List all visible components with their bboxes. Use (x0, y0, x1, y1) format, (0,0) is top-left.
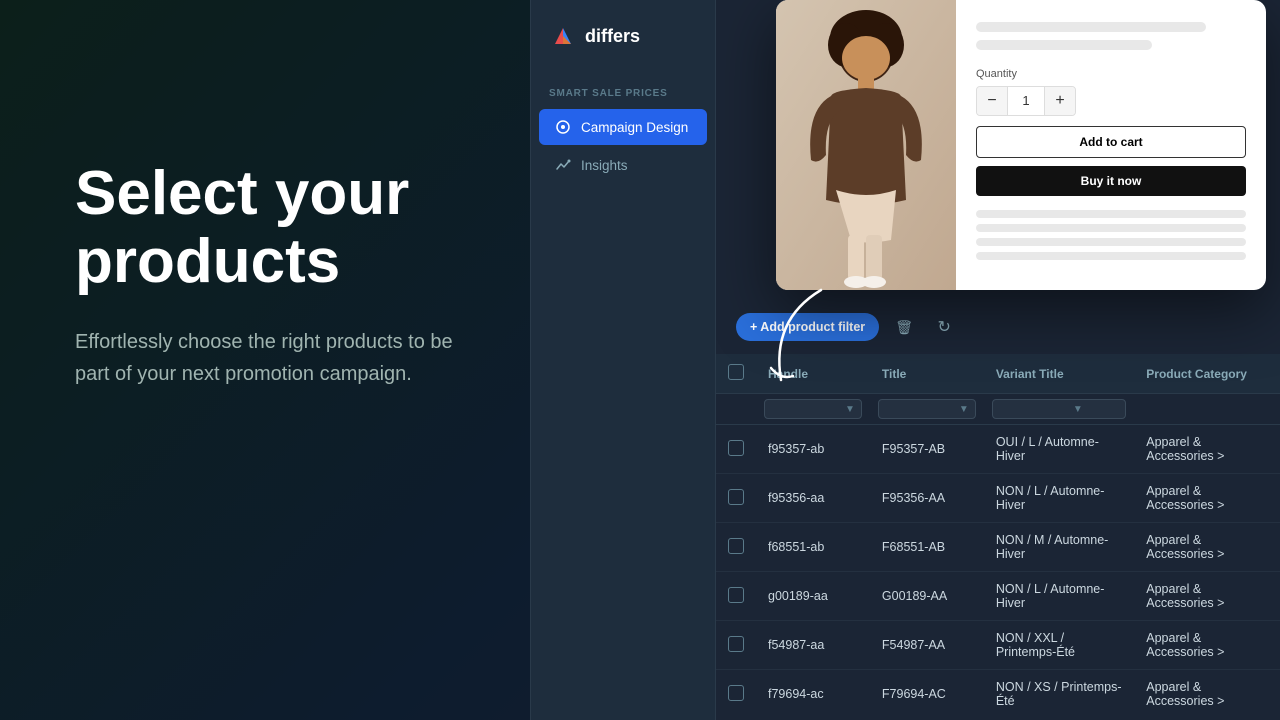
woman-figure (776, 0, 956, 290)
cell-variant: NON / XXL / Printemps-Été (984, 621, 1134, 670)
product-card-details: Quantity − 1 + Add to cart Buy it now (956, 0, 1266, 290)
product-name-line (976, 22, 1206, 32)
cell-title: F54987-AA (870, 621, 984, 670)
sidebar-item-campaign-design[interactable]: Campaign Design (539, 109, 707, 145)
product-card-popup: Quantity − 1 + Add to cart Buy it now (776, 0, 1266, 290)
cell-title: F68551-AB (870, 523, 984, 572)
cell-handle: f95357-ab (756, 425, 870, 474)
filter-handle-icon: ▼ (845, 404, 855, 415)
cell-variant: NON / XS / Printemps-Été (984, 670, 1134, 715)
product-description (976, 210, 1246, 260)
row-checkbox[interactable] (728, 587, 744, 603)
cell-category: Apparel & Accessories > (1134, 670, 1280, 715)
cell-category: Apparel & Accessories > (1134, 572, 1280, 621)
trash-icon: 🗑 (895, 319, 913, 336)
sidebar: differs SMART SALE PRICES Campaign Desig… (531, 0, 716, 720)
cell-handle: f95356-aa (756, 474, 870, 523)
filter-title-icon: ▼ (959, 404, 969, 415)
row-checkbox[interactable] (728, 685, 744, 701)
products-table: Handle Title Variant Title Product Categ… (716, 354, 1280, 714)
hero-title: Select your products (75, 160, 545, 296)
cell-title: F95357-AB (870, 425, 984, 474)
table-scroll[interactable]: Handle Title Variant Title Product Categ… (716, 354, 1280, 714)
cell-variant: NON / L / Automne-Hiver (984, 474, 1134, 523)
row-checkbox[interactable] (728, 538, 744, 554)
delete-button[interactable]: 🗑 (889, 312, 919, 342)
filter-variant-input[interactable] (999, 403, 1069, 415)
quantity-decrease-button[interactable]: − (977, 86, 1007, 116)
sidebar-section-label: SMART SALE PRICES (531, 72, 715, 107)
app-window: differs SMART SALE PRICES Campaign Desig… (530, 0, 1280, 720)
quantity-value: 1 (1007, 86, 1045, 116)
cell-handle: f79694-ac (756, 670, 870, 715)
col-title[interactable]: Title (870, 354, 984, 394)
cell-title: F95356-AA (870, 474, 984, 523)
refresh-icon: ↻ (937, 317, 950, 337)
logo-text: differs (585, 26, 640, 47)
cell-variant: NON / M / Automne-Hiver (984, 523, 1134, 572)
logo-icon (549, 22, 577, 50)
quantity-label: Quantity (976, 68, 1246, 80)
curved-arrow (761, 280, 841, 405)
col-variant-title[interactable]: Variant Title (984, 354, 1134, 394)
add-to-cart-button[interactable]: Add to cart (976, 126, 1246, 158)
row-checkbox[interactable] (728, 489, 744, 505)
table-row[interactable]: f79694-ac F79694-AC NON / XS / Printemps… (716, 670, 1280, 715)
refresh-button[interactable]: ↻ (929, 312, 959, 342)
quantity-section: Quantity − 1 + (976, 68, 1246, 116)
insights-icon (555, 157, 571, 173)
cell-category: Apparel & Accessories > (1134, 474, 1280, 523)
sidebar-item-insights[interactable]: Insights (539, 147, 707, 183)
col-product-category[interactable]: Product Category (1134, 354, 1280, 394)
table-row[interactable]: f68551-ab F68551-AB NON / M / Automne-Hi… (716, 523, 1280, 572)
cell-variant: NON / L / Automne-Hiver (984, 572, 1134, 621)
filter-variant-icon: ▼ (1073, 404, 1083, 415)
filter-title[interactable]: ▼ (878, 399, 976, 419)
quantity-increase-button[interactable]: + (1045, 86, 1075, 116)
sidebar-label-insights: Insights (581, 158, 628, 173)
quantity-control[interactable]: − 1 + (976, 86, 1076, 116)
hero-section: Select your products Effortlessly choose… (75, 160, 545, 390)
filter-variant[interactable]: ▼ (992, 399, 1126, 419)
campaign-design-icon (555, 119, 571, 135)
select-all-checkbox[interactable] (728, 364, 744, 380)
cell-handle: f68551-ab (756, 523, 870, 572)
buy-now-button[interactable]: Buy it now (976, 166, 1246, 196)
cell-title: G00189-AA (870, 572, 984, 621)
cell-category: Apparel & Accessories > (1134, 621, 1280, 670)
filter-title-input[interactable] (885, 403, 955, 415)
table-row[interactable]: f95356-aa F95356-AA NON / L / Automne-Hi… (716, 474, 1280, 523)
cell-category: Apparel & Accessories > (1134, 523, 1280, 572)
row-checkbox[interactable] (728, 636, 744, 652)
row-checkbox[interactable] (728, 440, 744, 456)
sidebar-logo: differs (531, 0, 715, 72)
cell-variant: OUI / L / Automne-Hiver (984, 425, 1134, 474)
table-body: f95357-ab F95357-AB OUI / L / Automne-Hi… (716, 425, 1280, 715)
hero-subtitle: Effortlessly choose the right products t… (75, 326, 465, 390)
cell-category: Apparel & Accessories > (1134, 425, 1280, 474)
product-image (776, 0, 956, 290)
cell-handle: f54987-aa (756, 621, 870, 670)
cell-handle: g00189-aa (756, 572, 870, 621)
sidebar-label-campaign: Campaign Design (581, 120, 688, 135)
main-content: Quantity − 1 + Add to cart Buy it now (716, 0, 1280, 720)
table-row[interactable]: g00189-aa G00189-AA NON / L / Automne-Hi… (716, 572, 1280, 621)
product-sub-line (976, 40, 1152, 50)
table-row[interactable]: f54987-aa F54987-AA NON / XXL / Printemp… (716, 621, 1280, 670)
cell-title: F79694-AC (870, 670, 984, 715)
table-row[interactable]: f95357-ab F95357-AB OUI / L / Automne-Hi… (716, 425, 1280, 474)
col-checkbox[interactable] (716, 354, 756, 394)
